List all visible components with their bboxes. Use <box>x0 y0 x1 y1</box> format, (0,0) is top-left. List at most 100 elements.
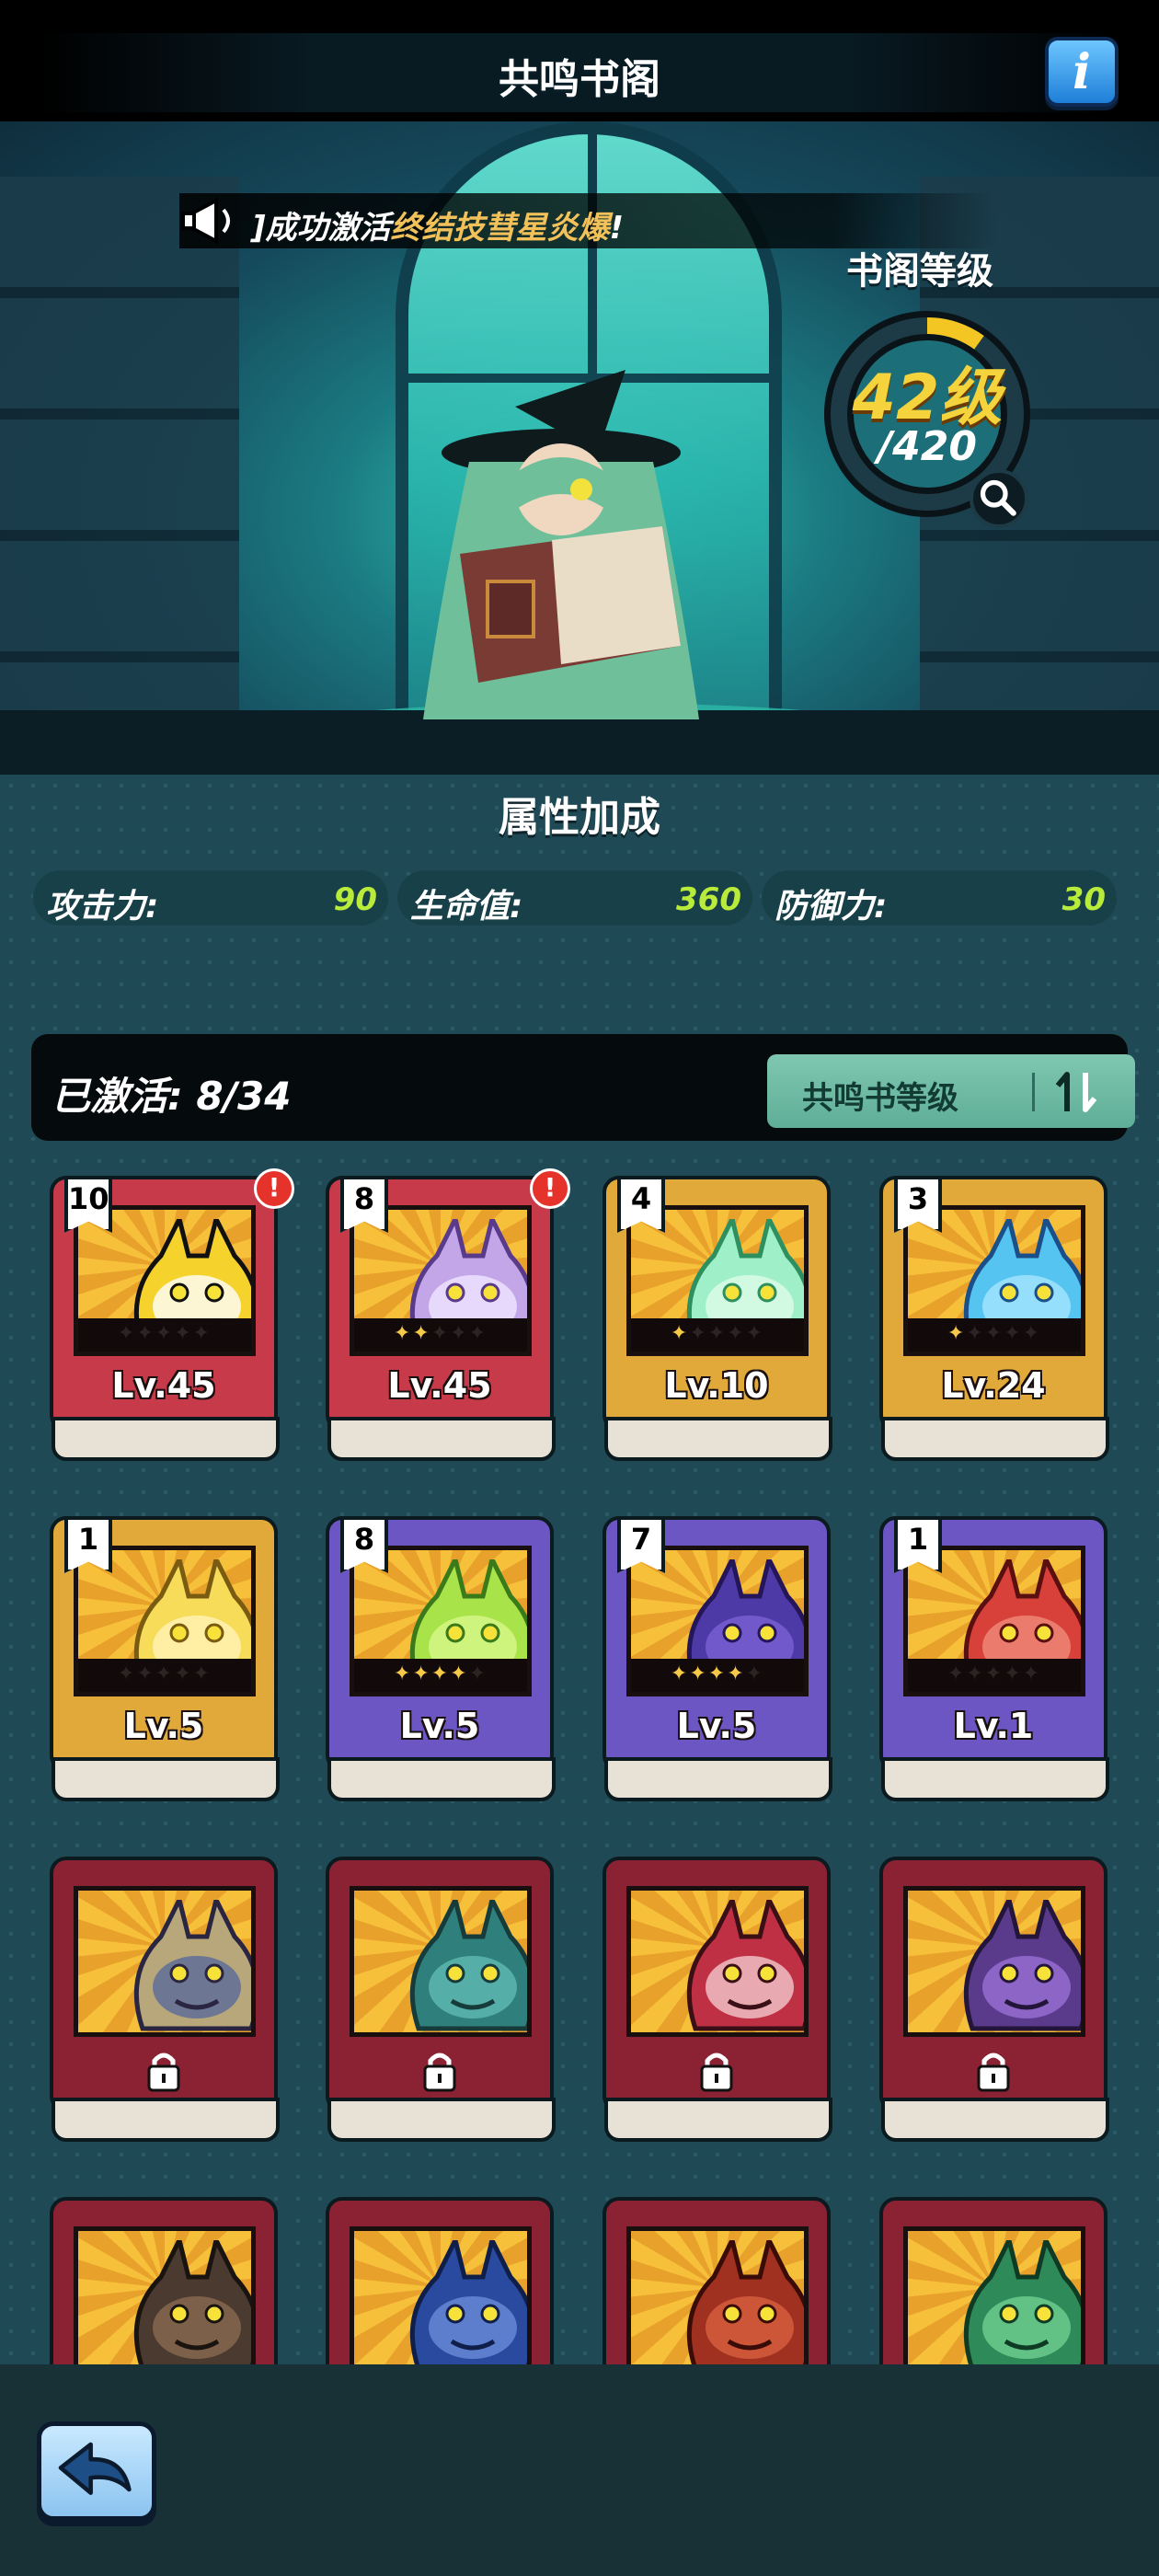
book-pages <box>327 2098 556 2142</box>
dark-serpent-icon <box>133 2240 251 2372</box>
lock-icon <box>700 2053 733 2092</box>
star-empty-icon: ✦ <box>468 1322 488 1345</box>
book-card[interactable]: ✦✦✦✦✦ 8 Lv.45! <box>326 1168 570 1474</box>
star-rating: ✦✦✦✦✦ <box>78 1659 251 1692</box>
portrait-frame <box>626 1886 809 2037</box>
star-rating: ✦✦✦✦✦ <box>354 1318 527 1351</box>
green-wyrm-icon <box>963 2240 1081 2372</box>
star-filled-icon: ✦ <box>670 1662 690 1685</box>
attribute-name: 攻击力: <box>46 888 159 926</box>
card-level: Lv.5 <box>123 1706 204 1746</box>
book-card[interactable]: ✦✦✦✦✦ 7 Lv.5 <box>602 1516 836 1814</box>
portrait-frame: ✦✦✦✦✦ <box>903 1546 1085 1696</box>
attribute-hp: 生命值: 360 <box>397 870 752 926</box>
book-card[interactable]: ✦✦✦✦✦ 10 Lv.45! <box>50 1168 294 1474</box>
megaphone-icon <box>181 197 230 245</box>
star-empty-icon: ✦ <box>117 1662 137 1685</box>
library-level-max: /420 <box>878 423 977 470</box>
attribute-defense: 防御力: 30 <box>762 870 1117 926</box>
golden-dragon-icon <box>133 1900 251 2031</box>
back-button[interactable] <box>37 2421 156 2521</box>
portrait-frame <box>903 1886 1085 2037</box>
book-pages <box>604 1417 832 1461</box>
attribute-attack: 攻击力: 90 <box>33 870 388 926</box>
star-empty-icon: ✦ <box>136 1662 155 1685</box>
portrait-frame: ✦✦✦✦✦ <box>74 1205 256 1356</box>
book-card[interactable]: ✦✦✦✦✦ 1 Lv.1 <box>879 1516 1113 1814</box>
book-card[interactable]: ✦✦✦✦✦ 3 Lv.24 <box>879 1176 1113 1474</box>
sort-arrows-icon <box>1055 1072 1097 1112</box>
portrait-frame <box>74 1886 256 2037</box>
card-level: Lv.45 <box>387 1365 492 1406</box>
portrait-frame: ✦✦✦✦✦ <box>74 1546 256 1696</box>
announcement-banner: ]成功激活终结技彗星炎爆! <box>179 193 998 248</box>
book-pages <box>881 1757 1109 1801</box>
red-skull-beast-icon <box>686 1900 804 2031</box>
star-filled-icon: ✦ <box>707 1662 728 1685</box>
card-level: Lv.45 <box>111 1365 216 1406</box>
star-empty-icon: ✦ <box>984 1322 1004 1345</box>
activated-bar: 已激活: 8/34 共鸣书等级 <box>31 1034 1135 1141</box>
locked-book-card[interactable] <box>50 1857 283 2155</box>
star-filled-icon: ✦ <box>393 1322 413 1345</box>
card-level: Lv.24 <box>941 1365 1046 1406</box>
book-pages <box>881 1417 1109 1461</box>
star-empty-icon: ✦ <box>1022 1322 1042 1345</box>
star-empty-icon: ✦ <box>745 1322 765 1345</box>
star-filled-icon: ✦ <box>412 1322 431 1345</box>
star-rating: ✦✦✦✦✦ <box>78 1318 251 1351</box>
book-card[interactable]: ✦✦✦✦✦ 4 Lv.10 <box>602 1176 836 1474</box>
star-filled-icon: ✦ <box>393 1662 413 1685</box>
star-rating: ✦✦✦✦✦ <box>631 1318 804 1351</box>
library-level-label: 书阁等级 <box>846 250 993 293</box>
portrait-frame <box>74 2226 256 2377</box>
star-empty-icon: ✦ <box>707 1322 728 1345</box>
page-title: 共鸣书阁 <box>499 56 660 103</box>
star-empty-icon: ✦ <box>1004 1662 1023 1685</box>
star-empty-icon: ✦ <box>155 1662 175 1685</box>
star-empty-icon: ✦ <box>468 1662 488 1685</box>
sort-button[interactable]: 共鸣书等级 <box>767 1054 1135 1128</box>
star-empty-icon: ✦ <box>450 1322 469 1345</box>
star-empty-icon: ✦ <box>155 1322 175 1345</box>
book-pages <box>604 1757 832 1801</box>
star-filled-icon: ✦ <box>430 1662 451 1685</box>
star-rating: ✦✦✦✦✦ <box>908 1659 1081 1692</box>
book-card[interactable]: ✦✦✦✦✦ 1 Lv.5 <box>50 1516 283 1814</box>
star-empty-icon: ✦ <box>947 1662 967 1685</box>
bottom-bar <box>0 2364 1159 2576</box>
attribute-value: 360 <box>676 881 741 918</box>
star-empty-icon: ✦ <box>727 1322 746 1345</box>
star-filled-icon: ✦ <box>412 1662 431 1685</box>
attribute-value: 30 <box>1061 881 1106 918</box>
level-detail-button[interactable] <box>970 469 1028 528</box>
book-pages <box>327 1757 556 1801</box>
attributes-title: 属性加成 <box>499 794 660 841</box>
star-filled-icon: ✦ <box>450 1662 469 1685</box>
bookshelf-left <box>0 177 239 729</box>
star-filled-icon: ✦ <box>947 1322 967 1345</box>
book-pages <box>52 1417 280 1461</box>
card-level: Lv.10 <box>664 1365 769 1406</box>
exclamation-icon: ! <box>530 1168 570 1209</box>
star-rating: ✦✦✦✦✦ <box>908 1318 1081 1351</box>
star-filled-icon: ✦ <box>670 1322 690 1345</box>
witch-character <box>423 370 699 719</box>
exclamation-icon: ! <box>254 1168 294 1209</box>
shadow-dragon-icon <box>963 1900 1081 2031</box>
magnifier-icon <box>980 479 1016 516</box>
activated-count: 已激活: 8/34 <box>52 1074 292 1119</box>
lock-icon <box>977 2053 1010 2092</box>
locked-book-card[interactable] <box>326 1857 559 2155</box>
title-bar: 共鸣书阁 <box>37 33 1122 112</box>
locked-book-card[interactable] <box>602 1857 836 2155</box>
book-pages <box>327 1417 556 1461</box>
star-filled-icon: ✦ <box>689 1662 708 1685</box>
attribute-name: 防御力: <box>775 888 888 926</box>
info-button[interactable]: i <box>1045 37 1119 107</box>
locked-book-card[interactable] <box>879 1857 1113 2155</box>
star-empty-icon: ✦ <box>1004 1322 1023 1345</box>
card-level: Lv.5 <box>399 1706 480 1746</box>
book-card[interactable]: ✦✦✦✦✦ 8 Lv.5 <box>326 1516 559 1814</box>
star-empty-icon: ✦ <box>984 1662 1004 1685</box>
